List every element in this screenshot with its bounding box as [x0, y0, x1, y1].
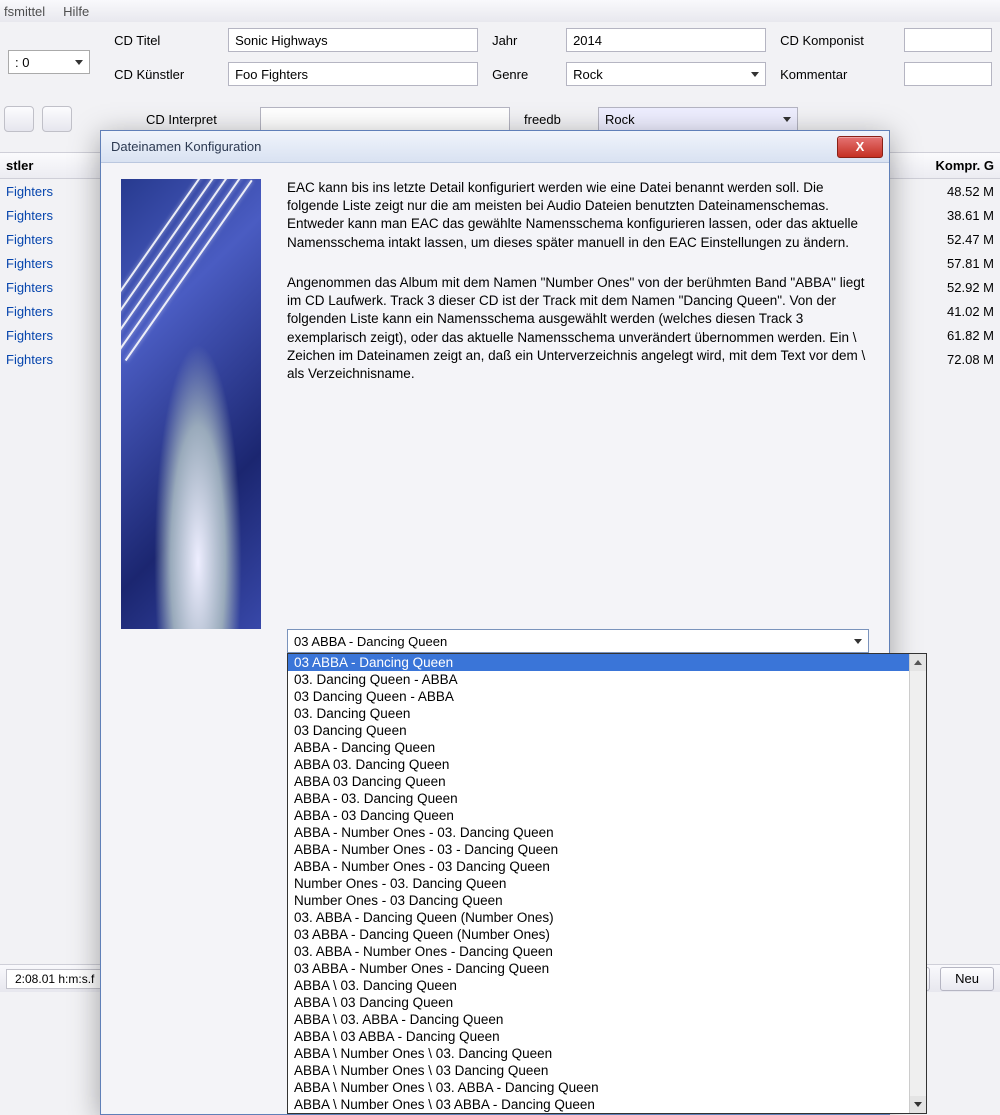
- naming-scheme-option[interactable]: 03. Dancing Queen: [288, 705, 926, 722]
- naming-scheme-option[interactable]: ABBA \ Number Ones \ 03 Dancing Queen: [288, 1062, 926, 1079]
- naming-scheme-option[interactable]: 03 ABBA - Dancing Queen (Number Ones): [288, 926, 926, 943]
- naming-scheme-option[interactable]: ABBA - 03 Dancing Queen: [288, 807, 926, 824]
- label-cd-titel: CD Titel: [114, 33, 214, 48]
- cell-size: 52.47 M: [908, 232, 1000, 247]
- dialog-titlebar[interactable]: Dateinamen Konfiguration X: [101, 131, 889, 163]
- naming-scheme-selected: 03 ABBA - Dancing Queen: [294, 634, 447, 649]
- dialog-artwork: [121, 179, 261, 629]
- label-cd-komponist: CD Komponist: [780, 33, 890, 48]
- naming-scheme-option[interactable]: ABBA 03 Dancing Queen: [288, 773, 926, 790]
- menu-item[interactable]: fsmittel: [4, 4, 45, 19]
- cell-artist: Fighters: [0, 232, 110, 247]
- combo-freedb-value: Rock: [605, 112, 635, 127]
- dialog-title: Dateinamen Konfiguration: [111, 139, 261, 154]
- label-kommentar: Kommentar: [780, 67, 890, 82]
- naming-scheme-option[interactable]: 03. ABBA - Dancing Queen (Number Ones): [288, 909, 926, 926]
- cell-size: 48.52 M: [908, 184, 1000, 199]
- column-artist[interactable]: stler: [0, 153, 110, 178]
- cell-artist: Fighters: [0, 328, 110, 343]
- naming-scheme-option[interactable]: 03. ABBA - Number Ones - Dancing Queen: [288, 943, 926, 960]
- naming-scheme-option[interactable]: ABBA - Dancing Queen: [288, 739, 926, 756]
- naming-scheme-dropdown[interactable]: 03 ABBA - Dancing Queen03. Dancing Queen…: [287, 653, 927, 1114]
- cell-size: 38.61 M: [908, 208, 1000, 223]
- chevron-down-icon: [783, 117, 791, 122]
- naming-scheme-option[interactable]: 03. Dancing Queen - ABBA: [288, 671, 926, 688]
- speed-value: : 0: [15, 55, 29, 70]
- naming-scheme-option[interactable]: ABBA - Number Ones - 03. Dancing Queen: [288, 824, 926, 841]
- combo-genre[interactable]: Rock: [566, 62, 766, 86]
- cell-artist: Fighters: [0, 256, 110, 271]
- label-jahr: Jahr: [492, 33, 552, 48]
- chevron-down-icon: [751, 72, 759, 77]
- naming-scheme-option[interactable]: ABBA \ Number Ones \ 03. ABBA - Dancing …: [288, 1079, 926, 1096]
- close-icon: X: [856, 139, 865, 154]
- dialog-paragraph-2: Angenommen das Album mit dem Namen "Numb…: [287, 274, 869, 383]
- filename-config-dialog: Dateinamen Konfiguration X EAC kann bis …: [100, 130, 890, 1115]
- scrollbar[interactable]: [909, 654, 926, 1113]
- label-genre: Genre: [492, 67, 552, 82]
- cell-artist: Fighters: [0, 280, 110, 295]
- scroll-up-button[interactable]: [910, 654, 926, 671]
- menu-item[interactable]: Hilfe: [63, 4, 89, 19]
- input-kommentar[interactable]: [904, 62, 992, 86]
- naming-scheme-option[interactable]: ABBA - Number Ones - 03 - Dancing Queen: [288, 841, 926, 858]
- naming-scheme-option[interactable]: ABBA 03. Dancing Queen: [288, 756, 926, 773]
- chevron-down-icon: [914, 1102, 922, 1107]
- menubar: fsmittel Hilfe: [0, 0, 1000, 22]
- cell-size: 41.02 M: [908, 304, 1000, 319]
- cell-artist: Fighters: [0, 208, 110, 223]
- new-button[interactable]: Neu: [940, 967, 994, 991]
- cell-artist: Fighters: [0, 184, 110, 199]
- dialog-paragraph-1: EAC kann bis ins letzte Detail konfiguri…: [287, 179, 869, 252]
- cell-artist: Fighters: [0, 352, 110, 367]
- label-freedb: freedb: [524, 112, 584, 127]
- input-cd-titel[interactable]: [228, 28, 478, 52]
- naming-scheme-option[interactable]: ABBA \ 03 Dancing Queen: [288, 994, 926, 1011]
- naming-scheme-option[interactable]: ABBA - 03. Dancing Queen: [288, 790, 926, 807]
- chevron-up-icon: [914, 660, 922, 665]
- naming-scheme-select[interactable]: 03 ABBA - Dancing Queen: [287, 629, 869, 653]
- combo-freedb[interactable]: Rock: [598, 107, 798, 131]
- input-cd-kuenstler[interactable]: [228, 62, 478, 86]
- speed-combo[interactable]: : 0: [8, 50, 90, 74]
- naming-scheme-option[interactable]: ABBA \ Number Ones \ 03 ABBA - Dancing Q…: [288, 1096, 926, 1113]
- scroll-down-button[interactable]: [910, 1096, 926, 1113]
- naming-scheme-option[interactable]: 03 ABBA - Dancing Queen: [288, 654, 926, 671]
- label-cd-kuenstler: CD Künstler: [114, 67, 214, 82]
- db-button-2[interactable]: [42, 106, 72, 132]
- naming-scheme-option[interactable]: 03 Dancing Queen: [288, 722, 926, 739]
- naming-scheme-option[interactable]: 03 ABBA - Number Ones - Dancing Queen: [288, 960, 926, 977]
- label-cd-interpret: CD Interpret: [146, 112, 246, 127]
- naming-scheme-option[interactable]: ABBA \ 03. ABBA - Dancing Queen: [288, 1011, 926, 1028]
- naming-scheme-option[interactable]: ABBA - Number Ones - 03 Dancing Queen: [288, 858, 926, 875]
- chevron-down-icon: [854, 639, 862, 644]
- input-cd-komponist[interactable]: [904, 28, 992, 52]
- cell-size: 72.08 M: [908, 352, 1000, 367]
- naming-scheme-option[interactable]: ABBA \ Number Ones \ 03. Dancing Queen: [288, 1045, 926, 1062]
- column-size[interactable]: Kompr. G: [908, 153, 1000, 178]
- combo-genre-value: Rock: [573, 67, 603, 82]
- cell-size: 57.81 M: [908, 256, 1000, 271]
- naming-scheme-option[interactable]: ABBA \ 03. Dancing Queen: [288, 977, 926, 994]
- chevron-down-icon: [75, 60, 83, 65]
- close-button[interactable]: X: [837, 136, 883, 158]
- cell-artist: Fighters: [0, 304, 110, 319]
- naming-scheme-option[interactable]: Number Ones - 03 Dancing Queen: [288, 892, 926, 909]
- naming-scheme-option[interactable]: 03 Dancing Queen - ABBA: [288, 688, 926, 705]
- naming-scheme-option[interactable]: ABBA \ 03 ABBA - Dancing Queen: [288, 1028, 926, 1045]
- input-jahr[interactable]: [566, 28, 766, 52]
- db-button-1[interactable]: [4, 106, 34, 132]
- cell-size: 52.92 M: [908, 280, 1000, 295]
- naming-scheme-option[interactable]: Number Ones - 03. Dancing Queen: [288, 875, 926, 892]
- input-cd-interpret[interactable]: [260, 107, 510, 131]
- cell-size: 61.82 M: [908, 328, 1000, 343]
